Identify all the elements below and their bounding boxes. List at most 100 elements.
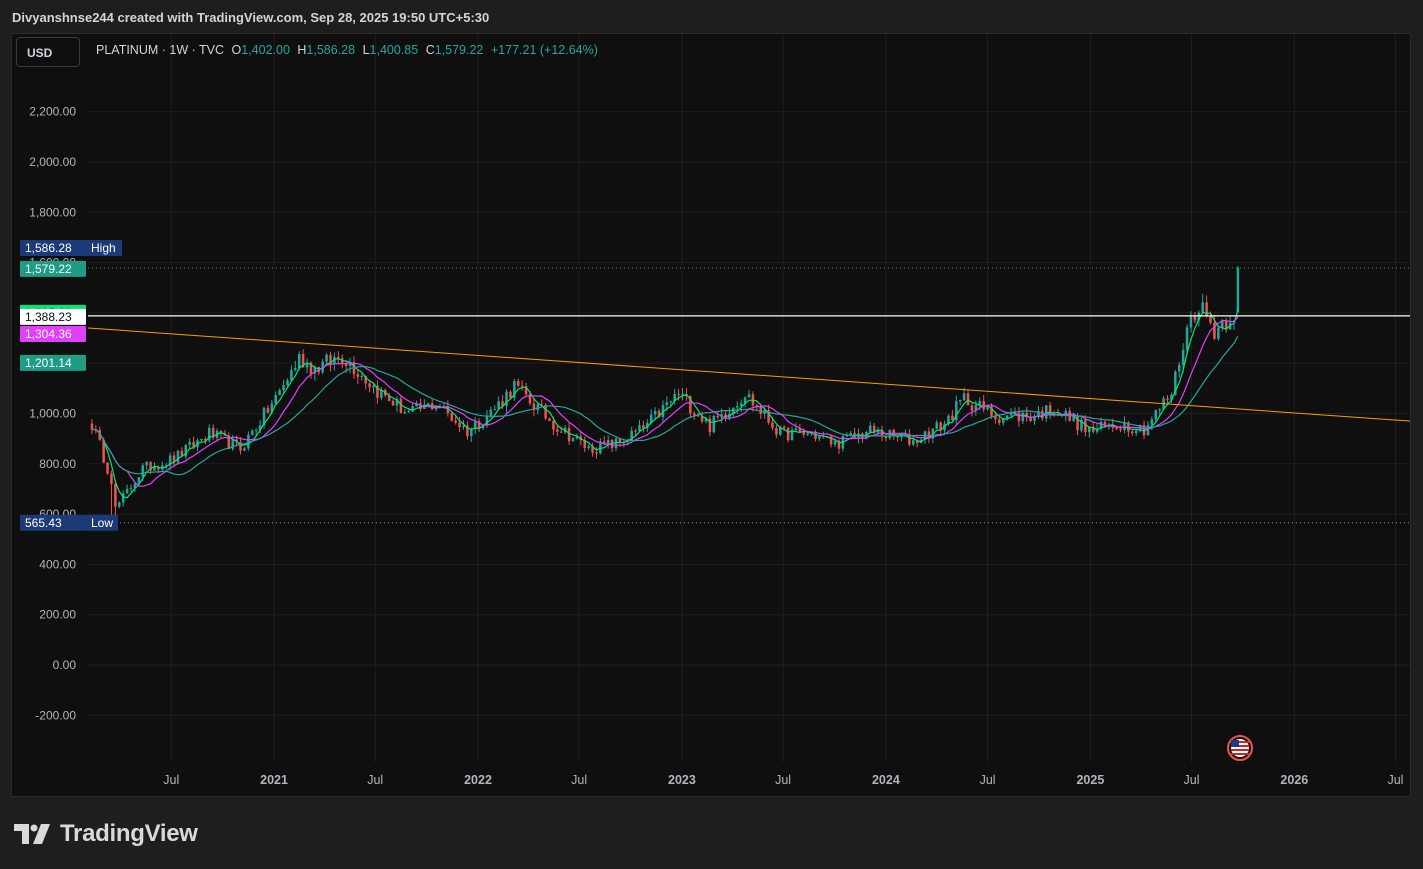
- candle-body: [286, 380, 289, 386]
- candle-body: [560, 431, 563, 433]
- candle-body: [1158, 409, 1161, 411]
- candle-body: [1205, 302, 1208, 317]
- candle-body: [1236, 267, 1240, 313]
- candle-body: [145, 461, 148, 466]
- candle-body: [786, 427, 790, 441]
- candle-body: [638, 425, 641, 432]
- symbol-label[interactable]: PLATINUM · 1W · TVC: [96, 43, 224, 57]
- candle-body: [1134, 430, 1138, 434]
- close-price-label: 1,579.22: [20, 260, 86, 277]
- candle-body: [806, 433, 809, 435]
- candle-body: [571, 438, 575, 442]
- moving-average-lines: [91, 310, 1239, 499]
- x-tick-label: Jul: [1184, 773, 1200, 787]
- ma-medium-label: 1,304.36: [20, 325, 86, 342]
- candle-body: [516, 381, 520, 386]
- candle-body: [239, 441, 242, 451]
- currency-button[interactable]: USD: [16, 37, 80, 67]
- price-labels: 1,586.28High1,579.221,395.911,388.231,30…: [20, 240, 122, 531]
- y-tick-label: 1,000.00: [29, 407, 76, 421]
- candle-body: [458, 422, 461, 428]
- candle-body: [1209, 316, 1212, 323]
- candlestick-series: [90, 266, 1240, 523]
- candle-body: [125, 488, 129, 494]
- candle-body: [1009, 413, 1013, 416]
- open-value: 1,402.00: [241, 43, 290, 57]
- candle-body: [884, 436, 888, 439]
- price-chart[interactable]: 2,200.002,000.001,800.001,600.001,400.00…: [0, 0, 1423, 869]
- candle-body: [254, 430, 258, 432]
- candle-body: [243, 448, 246, 451]
- candle-body: [970, 405, 974, 411]
- ma-medium-label-text: 1,304.36: [25, 327, 72, 341]
- candle-body: [1221, 321, 1224, 328]
- high-price-label-text: 1,586.28: [25, 241, 72, 255]
- ma-slow-label-text: 1,201.14: [25, 356, 72, 370]
- high-price-label: 1,586.28 High: [20, 240, 122, 257]
- candle-body: [110, 473, 113, 484]
- candle-body: [1017, 412, 1021, 422]
- moving-average-line: [91, 316, 1239, 487]
- candle-body: [505, 391, 508, 407]
- candle-body: [669, 401, 673, 403]
- candle-body: [368, 383, 371, 388]
- x-tick-label: 2023: [668, 773, 696, 787]
- candle-body: [595, 452, 598, 454]
- y-tick-label: 0.00: [53, 658, 77, 672]
- chart-grid: [88, 34, 1410, 762]
- candle-body: [606, 440, 610, 444]
- x-tick-label: 2024: [872, 773, 900, 787]
- candle-body: [653, 410, 657, 415]
- candle-body: [665, 402, 669, 405]
- candle-body: [912, 440, 915, 445]
- candle-body: [567, 427, 571, 442]
- x-tick-label: 2022: [464, 773, 492, 787]
- candle-body: [188, 441, 191, 445]
- candle-body: [520, 385, 524, 387]
- low-label: L: [362, 43, 370, 57]
- ohlc-legend: PLATINUM · 1W · TVC O1,402.00 H1,586.28 …: [96, 43, 598, 57]
- candle-body: [462, 425, 465, 428]
- candle-body: [782, 426, 786, 428]
- candle-body: [231, 439, 234, 450]
- open-label: O: [231, 43, 242, 57]
- candle-body: [1217, 327, 1220, 339]
- y-tick-label: 800.00: [39, 457, 76, 471]
- us-flag-icon[interactable]: [1227, 735, 1253, 761]
- candle-body: [325, 354, 328, 362]
- candle-body: [982, 401, 985, 410]
- candle-body: [716, 416, 719, 418]
- drawn-lines: [87, 315, 1411, 422]
- candle-body: [759, 406, 762, 414]
- x-tick-label: Jul: [775, 773, 791, 787]
- change-value: +177.21 (+12.64%): [490, 43, 598, 57]
- candle-body: [1185, 327, 1189, 350]
- tradingview-brand[interactable]: TradingView: [14, 818, 198, 850]
- candle-body: [129, 487, 133, 489]
- tradingview-logo-icon: [14, 824, 50, 844]
- candle-body: [677, 393, 680, 395]
- horizontal-line-label: 1,388.23: [20, 308, 86, 325]
- candle-body: [1041, 410, 1044, 419]
- candle-body: [548, 418, 551, 422]
- candle-body: [274, 395, 277, 404]
- candle-body: [1146, 424, 1150, 436]
- high-tag-text: High: [91, 241, 116, 255]
- candle-body: [297, 354, 301, 369]
- candle-body: [814, 432, 817, 439]
- x-tick-label: 2026: [1280, 773, 1308, 787]
- x-tick-label: Jul: [980, 773, 996, 787]
- candle-body: [712, 416, 716, 433]
- candle-body: [200, 439, 203, 441]
- candle-body: [247, 434, 250, 449]
- moving-average-line: [91, 310, 1239, 499]
- x-tick-label: Jul: [1387, 773, 1403, 787]
- candle-body: [739, 403, 743, 407]
- candle-body: [266, 407, 270, 413]
- candle-body: [1005, 415, 1009, 419]
- candle-body: [403, 412, 407, 414]
- candle-body: [552, 421, 555, 430]
- candle-body: [450, 413, 453, 421]
- candle-body: [868, 425, 872, 433]
- candle-body: [962, 393, 966, 401]
